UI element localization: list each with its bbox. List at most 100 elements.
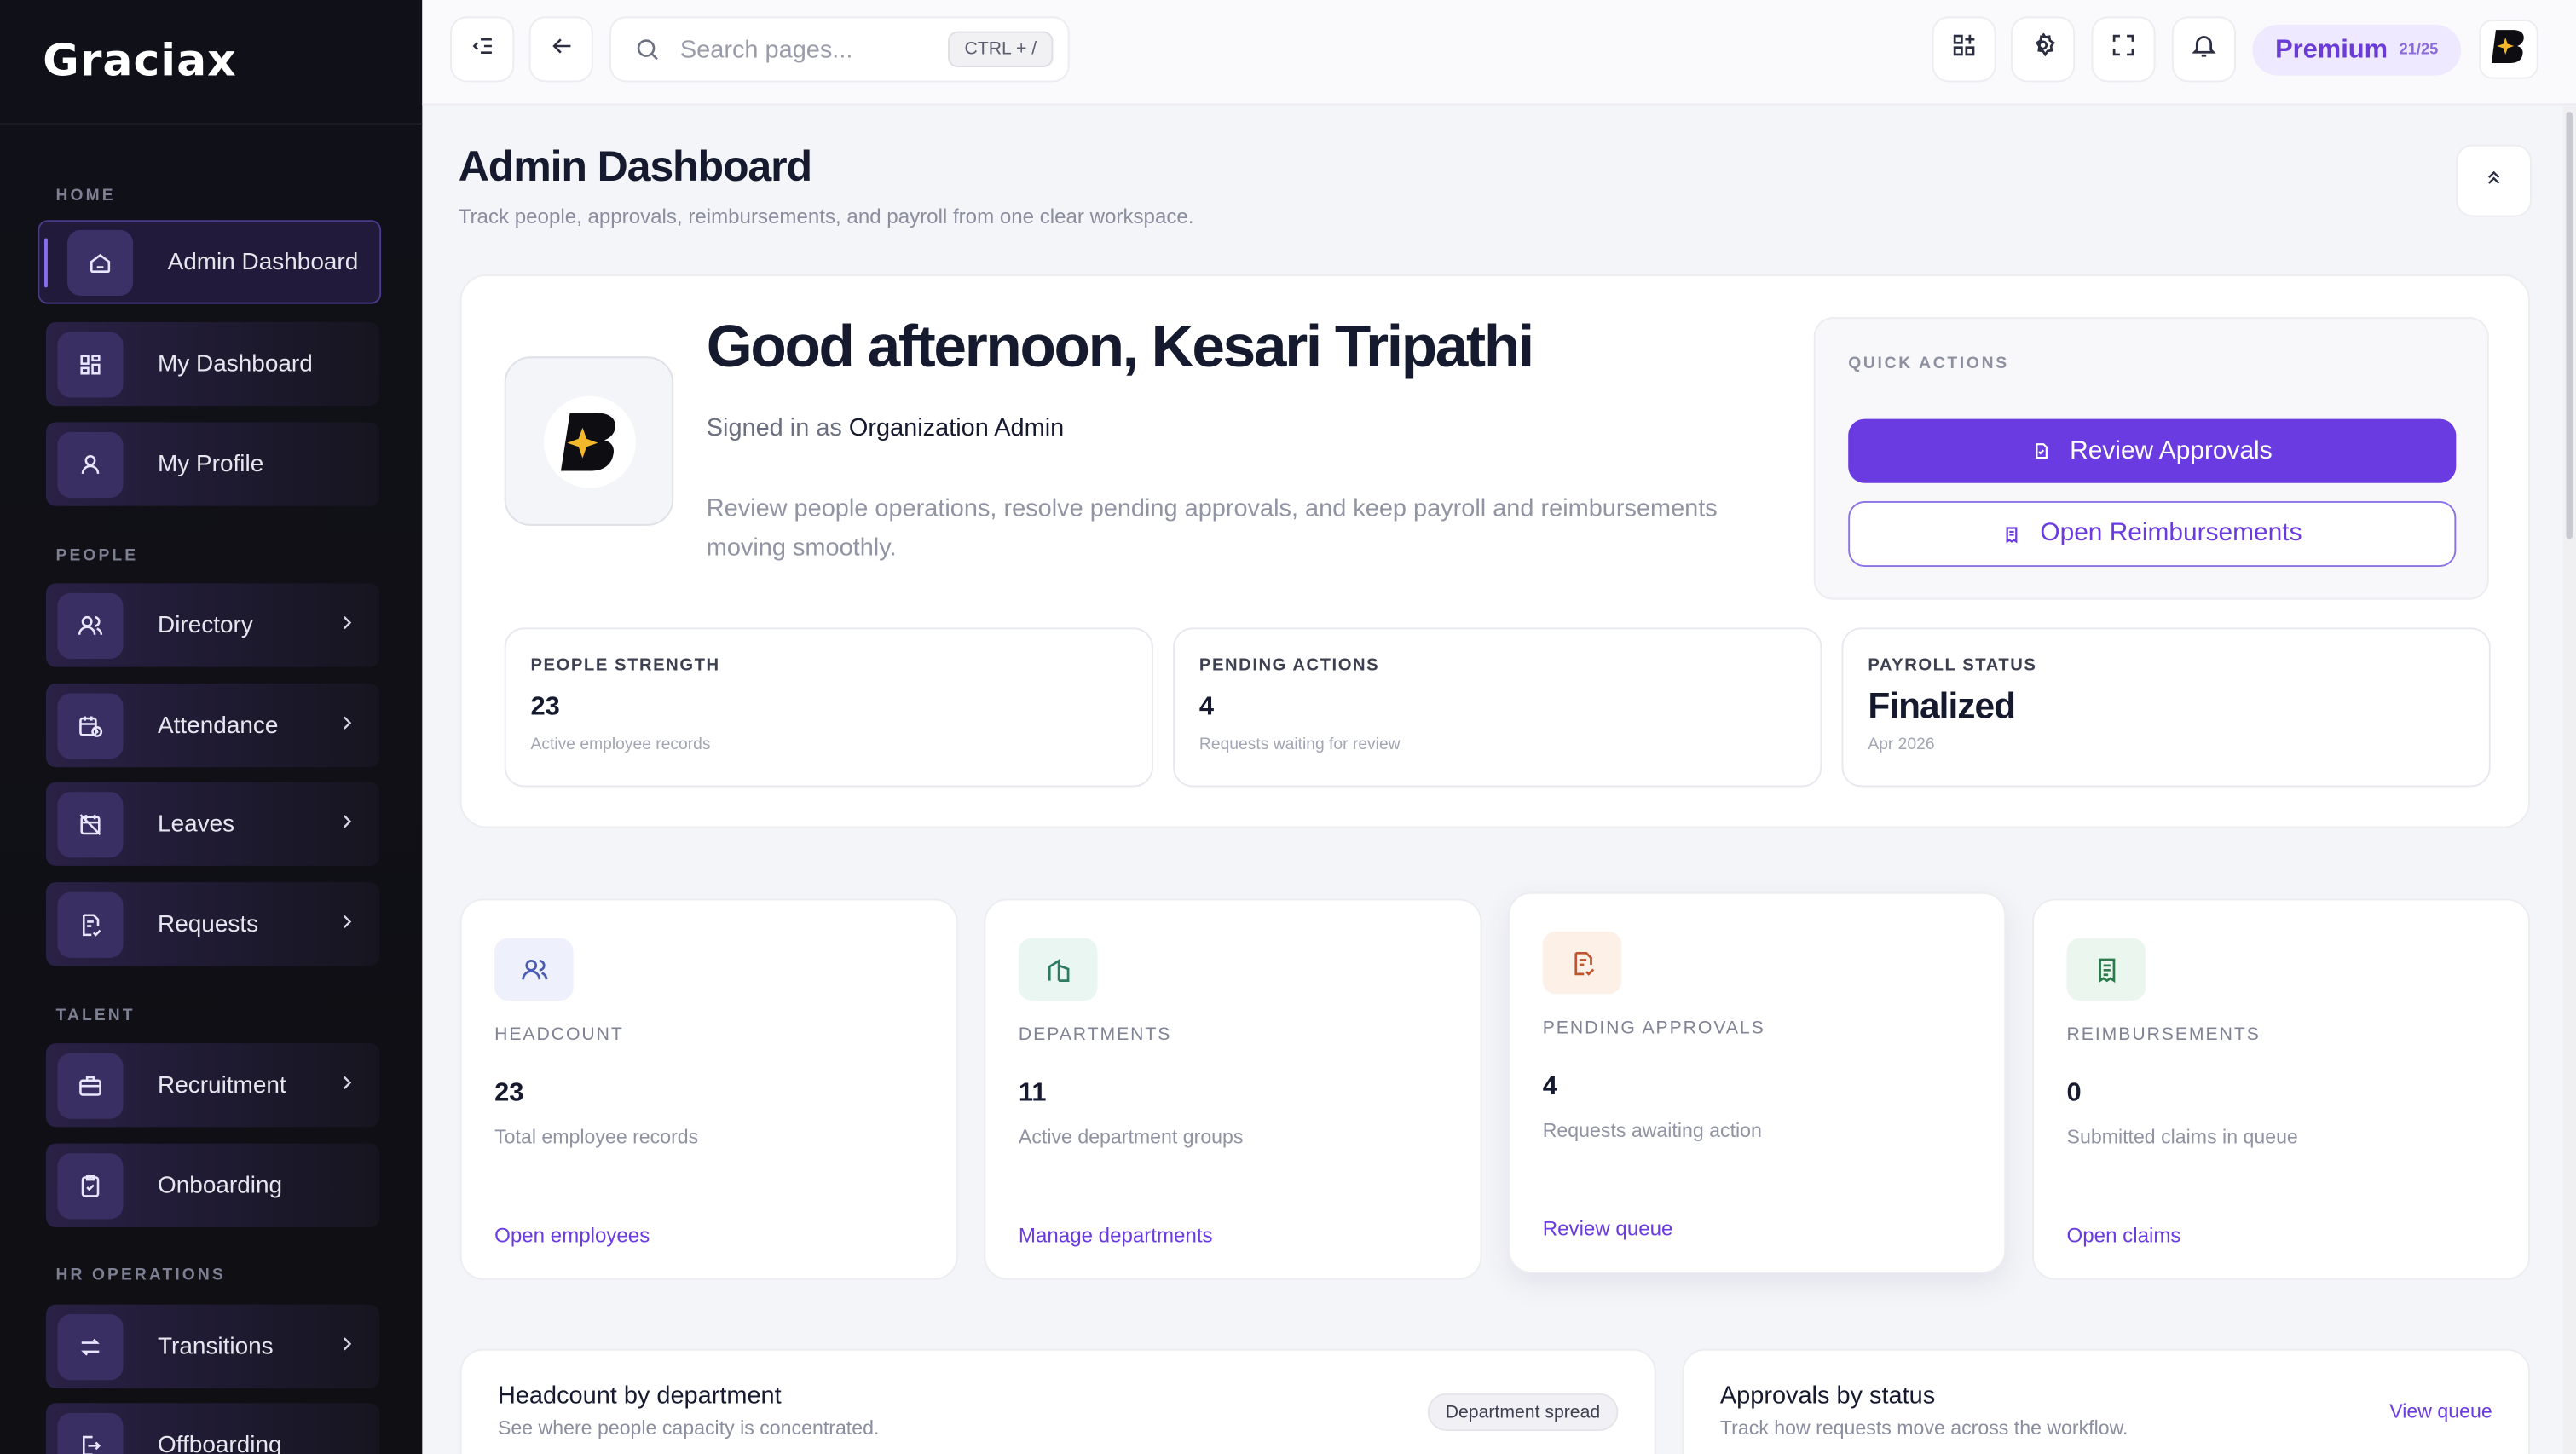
sidebar-item-recruitment[interactable]: Recruitment	[45, 1043, 380, 1128]
premium-count: 21/25	[2399, 41, 2439, 60]
review-approvals-button[interactable]: Review Approvals	[1848, 418, 2457, 483]
bell-icon	[2190, 32, 2218, 67]
metric-label: HEADCOUNT	[494, 1024, 624, 1046]
stat-label: PENDING ACTIONS	[1198, 655, 1380, 676]
brand[interactable]: Graciax	[0, 0, 423, 125]
sidebar-item-transitions[interactable]: Transitions	[45, 1304, 380, 1388]
open-employees-link[interactable]: Open employees	[494, 1224, 650, 1247]
calendar-off-icon	[57, 791, 124, 857]
collapse-header-button[interactable]	[2456, 144, 2532, 217]
view-queue-link[interactable]: View queue	[2389, 1399, 2492, 1422]
metric-sub: Active department groups	[1018, 1125, 1244, 1149]
file-check-icon	[1542, 932, 1622, 995]
sidebar-item-label: Admin Dashboard	[167, 249, 359, 275]
collapse-sidebar-button[interactable]	[450, 16, 515, 83]
welcome-card: Good afternoon, Kesari Tripathi Signed i…	[459, 274, 2531, 828]
metric-value: 23	[494, 1079, 524, 1108]
users-icon	[494, 938, 574, 1001]
receipt-icon	[2066, 938, 2146, 1001]
grid-icon	[57, 331, 124, 397]
stat-label: PAYROLL STATUS	[1868, 655, 2037, 676]
back-button[interactable]	[528, 16, 593, 83]
search-input[interactable]: Search pages... CTRL + /	[609, 16, 1070, 83]
open-reimbursements-button[interactable]: Open Reimbursements	[1848, 500, 2457, 568]
sidebar-item-offboarding[interactable]: Offboarding	[45, 1403, 380, 1454]
user-icon	[57, 431, 124, 498]
premium-badge[interactable]: Premium 21/25	[2252, 24, 2462, 76]
page-title: Admin Dashboard	[458, 141, 812, 191]
chevrons-up-icon	[2484, 166, 2504, 196]
stat-sub: Apr 2026	[1868, 736, 1935, 754]
sidebar-item-label: Directory	[158, 612, 253, 638]
greeting: Good afternoon, Kesari Tripathi	[706, 312, 1534, 380]
gear-icon	[2029, 32, 2057, 67]
fullscreen-icon	[2110, 32, 2138, 67]
users-icon	[57, 591, 124, 659]
sidebar-item-directory[interactable]: Directory	[45, 583, 380, 667]
avatar-logo-icon	[2487, 24, 2530, 75]
sidebar-item-my-profile[interactable]: My Profile	[45, 422, 380, 506]
org-logo	[504, 356, 674, 526]
stat-value: 23	[530, 693, 560, 722]
sidebar-item-label: Recruitment	[158, 1071, 286, 1099]
sidebar-item-requests[interactable]: Requests	[45, 882, 380, 966]
fullscreen-button[interactable]	[2091, 16, 2156, 83]
metric-value: 11	[1018, 1079, 1047, 1108]
brand-logo: Graciax	[43, 36, 237, 88]
stat-sub: Active employee records	[530, 736, 711, 754]
stat-people-strength: PEOPLE STRENGTH 23 Active employee recor…	[504, 627, 1153, 788]
metric-label: PENDING APPROVALS	[1542, 1018, 1765, 1039]
page-subtitle: Track people, approvals, reimbursements,…	[458, 205, 1194, 228]
metric-sub: Total employee records	[494, 1125, 699, 1149]
settings-button[interactable]	[2011, 16, 2076, 83]
file-check-icon	[57, 891, 124, 957]
metric-card-reimbursements: REIMBURSEMENTS 0 Submitted claims in que…	[2032, 898, 2531, 1280]
metric-card-pending-approvals: PENDING APPROVALS 4 Requests awaiting ac…	[1508, 891, 2007, 1273]
approvals-by-status-panel: Approvals by status Track how requests m…	[1682, 1348, 2531, 1454]
metric-label: REIMBURSEMENTS	[2066, 1024, 2261, 1046]
chevron-right-icon	[337, 811, 356, 837]
metric-value: 4	[1542, 1072, 1557, 1101]
file-check-icon	[2032, 442, 2050, 460]
chevron-right-icon	[337, 612, 356, 638]
scrollbar-thumb[interactable]	[2566, 112, 2573, 539]
logo-icon	[542, 395, 635, 488]
sidebar-item-leaves[interactable]: Leaves	[45, 782, 380, 866]
sidebar-item-onboarding[interactable]: Onboarding	[45, 1143, 380, 1227]
sidebar-item-label: Transitions	[158, 1333, 274, 1360]
topbar: Search pages... CTRL + / Premium 21/25	[422, 0, 2576, 106]
search-placeholder: Search pages...	[679, 35, 853, 64]
stat-value: Finalized	[1868, 684, 2016, 727]
arrows-swap-icon	[57, 1313, 124, 1380]
metric-card-departments: DEPARTMENTS 11 Active department groups …	[984, 898, 1482, 1280]
quick-actions: QUICK ACTIONS Review Approvals Open Reim…	[1813, 317, 2489, 600]
apps-icon	[1950, 32, 1978, 67]
metric-label: DEPARTMENTS	[1018, 1024, 1172, 1046]
sidebar-item-attendance[interactable]: Attendance	[45, 683, 380, 768]
section-label-people: PEOPLE	[55, 546, 139, 566]
sidebar-item-label: Onboarding	[158, 1172, 283, 1199]
notifications-button[interactable]	[2171, 16, 2237, 83]
premium-label: Premium	[2275, 35, 2388, 64]
sidebar-item-admin-dashboard[interactable]: Admin Dashboard	[38, 220, 382, 304]
sidebar-item-label: My Dashboard	[158, 350, 313, 378]
user-avatar[interactable]	[2479, 20, 2538, 79]
briefcase-icon	[57, 1052, 124, 1118]
stat-value: 4	[1198, 693, 1215, 722]
shortcut-badge: CTRL + /	[948, 31, 1054, 68]
sidebar-item-my-dashboard[interactable]: My Dashboard	[45, 321, 380, 407]
sidebar-item-label: Attendance	[158, 712, 279, 739]
role-name: Organization Admin	[848, 413, 1065, 442]
building-icon	[1018, 938, 1098, 1001]
manage-departments-link[interactable]: Manage departments	[1019, 1224, 1213, 1247]
apps-button[interactable]	[1932, 16, 1996, 83]
panel-title: Approvals by status	[1719, 1382, 1936, 1410]
review-queue-link[interactable]: Review queue	[1543, 1217, 1673, 1240]
door-exit-icon	[57, 1411, 124, 1454]
chevron-right-icon	[337, 1333, 356, 1359]
stat-pending-actions: PENDING ACTIONS 4 Requests waiting for r…	[1173, 627, 1822, 788]
chevron-right-icon	[337, 911, 356, 938]
stat-payroll-status: PAYROLL STATUS Finalized Apr 2026	[1841, 627, 2491, 788]
open-claims-link[interactable]: Open claims	[2067, 1224, 2181, 1247]
department-spread-badge: Department spread	[1427, 1393, 1619, 1432]
